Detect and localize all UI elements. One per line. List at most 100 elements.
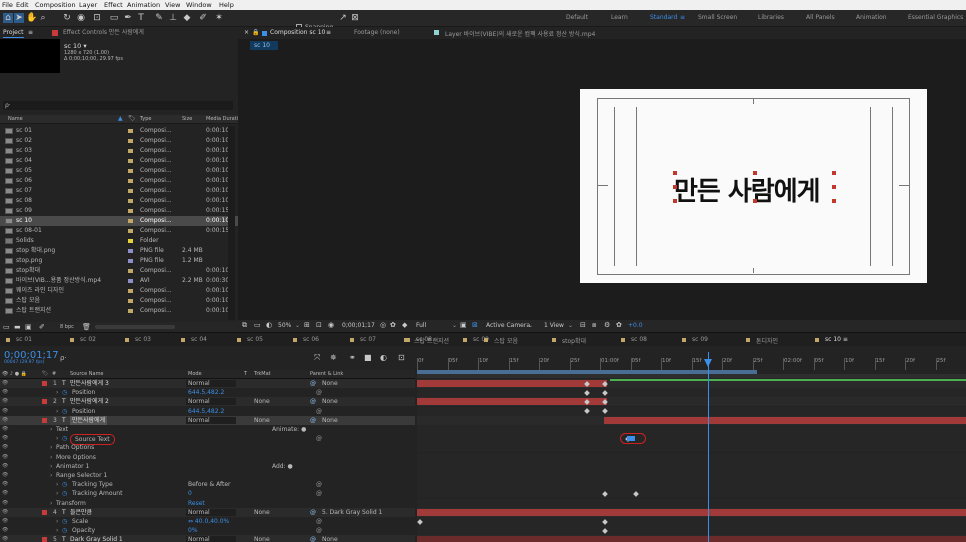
label-swatch[interactable] <box>128 159 133 163</box>
mode-dropdown[interactable]: Normal <box>186 508 236 516</box>
list-item[interactable]: stop 확대.png PNG file 2.4 MB <box>0 246 238 256</box>
menu-help[interactable]: Help <box>219 0 234 10</box>
rectangle-tool-icon[interactable]: ▭ <box>109 13 119 23</box>
search-icon[interactable]: ρ· <box>60 354 67 362</box>
list-item[interactable]: sc 09 Composi... 0:00:15 <box>0 206 238 216</box>
visibility-icon[interactable]: 👁 <box>2 471 8 480</box>
chevron-down-icon[interactable]: ⌄ <box>528 322 533 329</box>
bbox-handle[interactable] <box>832 185 836 189</box>
parent-value[interactable]: None <box>322 535 338 542</box>
list-item[interactable]: sc 03 Composi... 0:00:10 <box>0 146 238 156</box>
snap-grid-icon[interactable]: ⊠ <box>350 13 360 23</box>
menu-view[interactable]: View <box>165 0 180 10</box>
visibility-icon[interactable]: 👁 <box>2 397 8 406</box>
label-swatch[interactable] <box>128 139 133 143</box>
property-row[interactable]: 👁 › ◷ Tracking Amount 0 @ <box>0 489 415 498</box>
property-name[interactable]: Tracking Type <box>72 480 113 489</box>
menu-effect[interactable]: Effect <box>104 0 123 10</box>
layer-duration-bar[interactable] <box>417 536 966 542</box>
take-snapshot-icon[interactable]: ◎ <box>380 321 386 329</box>
timeline-tab[interactable]: sc 06 <box>303 336 319 343</box>
expand-arrow-icon[interactable]: › <box>56 489 58 498</box>
layer-label-swatch[interactable] <box>42 537 47 542</box>
layer-duration-bar[interactable] <box>604 416 966 424</box>
visibility-icon[interactable]: 👁 <box>2 499 8 508</box>
workspace-learn[interactable]: Learn <box>611 14 628 21</box>
camera-dropdown[interactable]: Active Camera <box>486 322 530 329</box>
color-channel-icon[interactable]: ✿ <box>390 321 396 329</box>
expand-arrow-icon[interactable]: › <box>56 388 58 397</box>
property-value[interactable]: ⇔ 40.0,40.0% <box>188 517 229 526</box>
panel-menu-icon[interactable]: ≡ <box>326 29 331 36</box>
thumbnail-slider[interactable] <box>95 325 175 329</box>
expand-arrow-icon[interactable]: › <box>56 407 58 416</box>
menu-window[interactable]: Window <box>186 0 212 10</box>
property-value[interactable]: 644.5,482.2 <box>188 407 224 416</box>
visibility-icon[interactable]: 👁 <box>2 453 8 462</box>
visibility-icon[interactable]: 👁 <box>2 480 8 489</box>
expand-arrow-icon[interactable]: › <box>50 471 52 480</box>
property-row[interactable]: 👁 › Animator 1 Add: ● <box>0 462 415 471</box>
layer-tab[interactable]: Layer 바이브(VIBE)의 새로운 컴팩 사용료 정산 방식.mp4 <box>445 29 595 38</box>
workspace-essential-graphics[interactable]: Essential Graphics <box>908 14 963 21</box>
comp-flowchart-icon[interactable]: ⤧ <box>314 353 320 363</box>
list-item[interactable]: Solids Folder <box>0 236 238 246</box>
hold-keyframe[interactable] <box>627 436 635 442</box>
layer-name[interactable]: 만든사람에게 3 <box>70 379 109 388</box>
mode-dropdown[interactable]: Normal <box>186 536 236 542</box>
layer-row[interactable]: 👁 1 T 만든사람에게 3 Normal @ None <box>0 379 415 388</box>
new-comp-icon[interactable]: ▣ <box>25 323 32 331</box>
label-column-icon[interactable]: 🏷 <box>42 371 48 377</box>
bpc-label[interactable]: 8 bpc <box>60 324 74 330</box>
pick-whip-icon[interactable]: @ <box>310 416 316 425</box>
timeline-tab[interactable]: 스탑 트랜지션 <box>414 336 449 345</box>
stopwatch-icon[interactable]: ◷ <box>62 407 67 416</box>
clone-stamp-icon[interactable]: ⊥ <box>168 13 178 23</box>
layer-row[interactable]: 👁 2 T 만든사람에게 2 Normal None @ None <box>0 397 415 407</box>
timeline-tab[interactable]: sc 03 <box>135 336 151 343</box>
region-of-interest-icon[interactable]: ▣ <box>460 321 467 329</box>
rotate-tool-icon[interactable]: ↻ <box>62 13 72 23</box>
mode-dropdown[interactable]: Normal <box>186 398 236 406</box>
canvas-text[interactable]: 만든 사람에게 <box>674 171 821 208</box>
eraser-tool-icon[interactable]: ◆ <box>182 13 192 23</box>
col-name[interactable]: Name <box>8 116 23 122</box>
expression-icon[interactable]: @ <box>316 388 322 397</box>
property-name[interactable]: Path Options <box>56 443 94 452</box>
bbox-handle[interactable] <box>673 185 677 189</box>
label-swatch[interactable] <box>128 289 133 293</box>
layer-row[interactable]: 👁 4 T 들은만큼 Normal None @5. Dark Gray Solid 1 <box>0 507 415 517</box>
chevron-down-icon[interactable]: ⌄ <box>568 322 573 329</box>
expression-icon[interactable]: @ <box>316 489 322 498</box>
stopwatch-icon[interactable]: ◷ <box>62 517 67 526</box>
expression-icon[interactable]: @ <box>316 480 322 489</box>
chevron-down-icon[interactable]: ⌄ <box>452 322 457 329</box>
graph-editor-icon[interactable]: ⊡ <box>398 353 405 362</box>
label-swatch[interactable] <box>128 279 133 283</box>
stopwatch-icon[interactable]: ◷ <box>62 480 67 489</box>
col-trkmat[interactable]: TrkMat <box>254 371 271 377</box>
list-item[interactable]: sc 07 Composi... 0:00:10 <box>0 186 238 196</box>
flowchart-icon[interactable]: ⚙ <box>604 321 610 329</box>
zoom-tool-icon[interactable]: ⌕ <box>38 13 48 23</box>
col-parent[interactable]: Parent & Link <box>310 371 343 377</box>
workspace-libraries[interactable]: Libraries <box>758 14 784 21</box>
expand-arrow-icon[interactable]: › <box>50 443 52 452</box>
expression-icon[interactable]: @ <box>316 517 322 526</box>
timeline-tab[interactable]: sc 10 ≡ <box>825 336 848 343</box>
property-value[interactable]: Before & After <box>188 480 231 489</box>
stopwatch-icon[interactable]: ◷ <box>62 388 67 397</box>
effect-controls-tab[interactable]: Effect Controls 만든 사람에게 <box>63 27 144 38</box>
comp-breadcrumb[interactable]: sc 10 <box>250 41 278 50</box>
visibility-icon[interactable]: 👁 <box>2 407 8 416</box>
lock-icon[interactable]: 🔒 <box>252 29 259 36</box>
bbox-handle[interactable] <box>673 199 677 203</box>
list-item[interactable]: sc 08-01 Composi... 0:00:15 <box>0 226 238 236</box>
timeline-tab[interactable]: sc 04 <box>191 336 207 343</box>
layer-label-swatch[interactable] <box>42 381 47 386</box>
project-tab[interactable]: Project <box>3 27 24 38</box>
parent-value[interactable]: None <box>322 416 338 425</box>
close-icon[interactable]: × <box>244 29 249 36</box>
sort-icon[interactable]: ▲ <box>118 115 123 122</box>
property-value[interactable]: Reset <box>188 499 205 508</box>
